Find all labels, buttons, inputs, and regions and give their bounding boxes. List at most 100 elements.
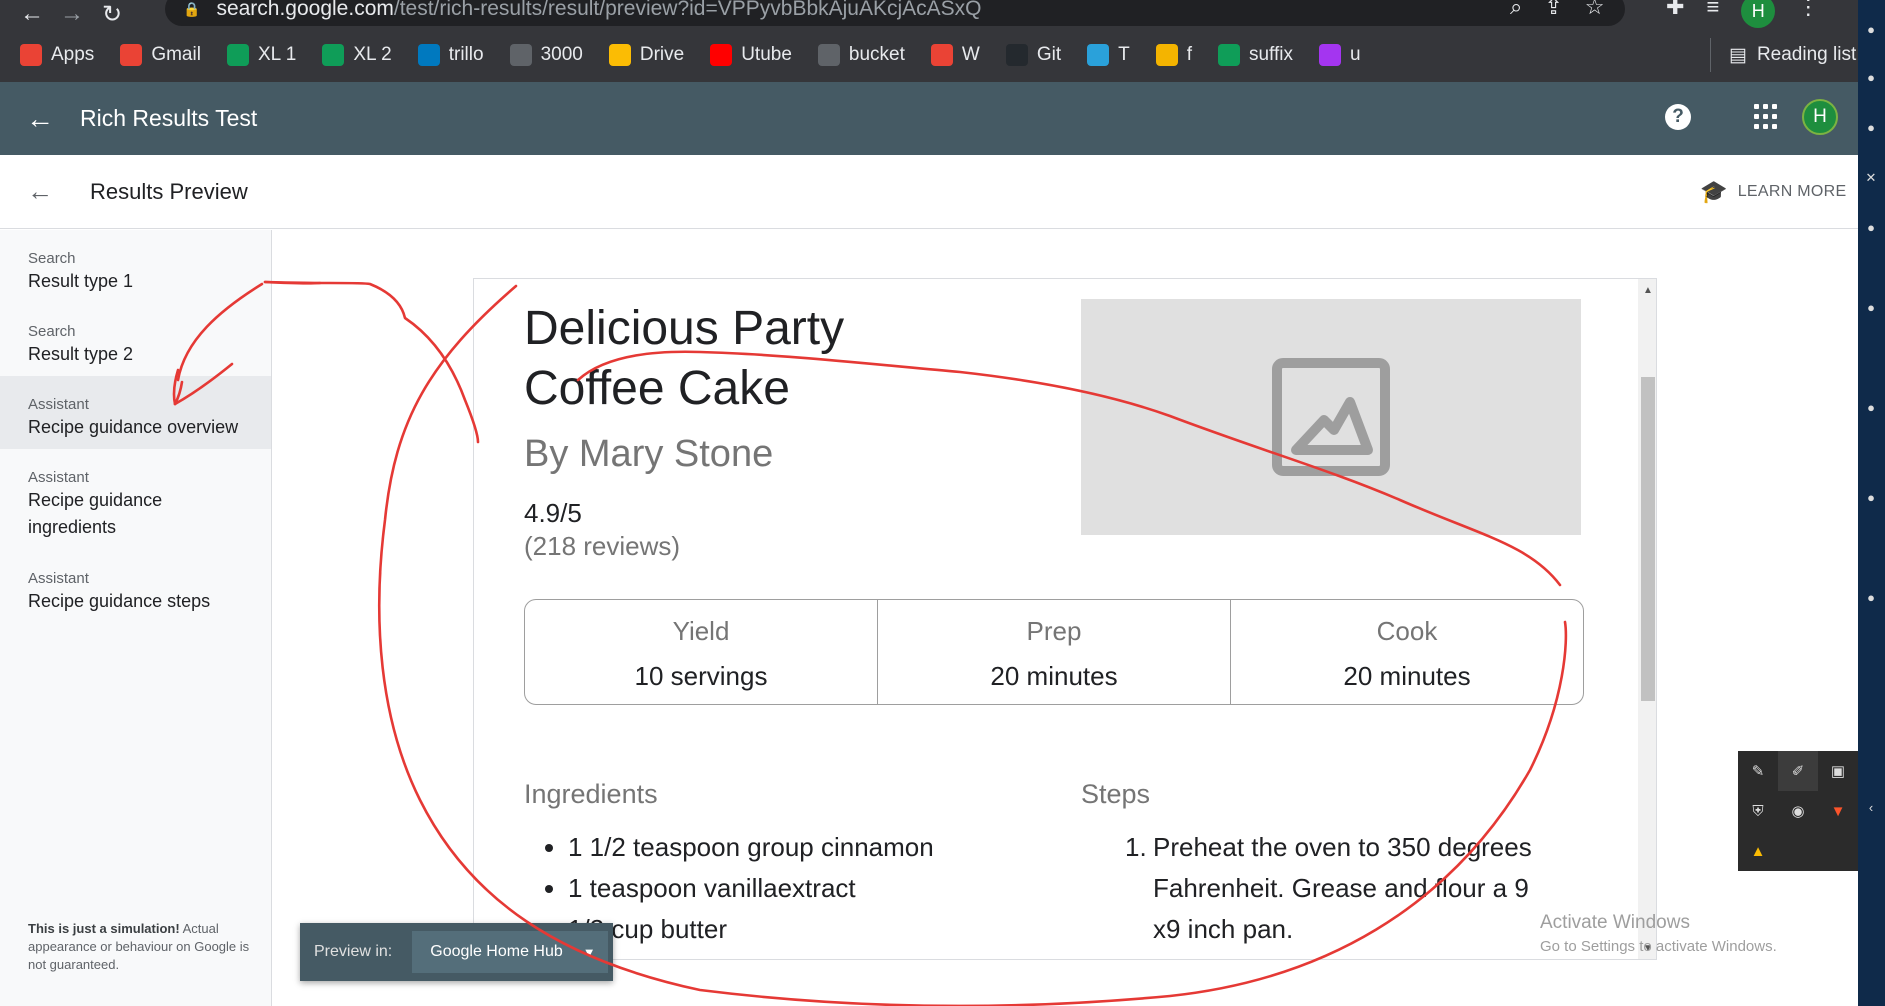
sidebar-item[interactable]: Search Result type 2 — [0, 303, 271, 376]
bookmark-label: Drive — [639, 44, 685, 65]
recipe-reviews: (218 reviews) — [524, 531, 681, 561]
star-icon[interactable]: ☆ — [1585, 0, 1605, 20]
tray-app-icon[interactable]: ▣ — [1818, 751, 1858, 791]
note-icon — [1155, 44, 1178, 66]
sidebar-item-category: Search — [28, 250, 76, 267]
back-arrow-icon[interactable]: ← — [0, 176, 80, 207]
sidebar-item-category: Assistant — [28, 469, 89, 486]
apps-grid-icon[interactable] — [1754, 104, 1780, 130]
sidebar-item[interactable]: Assistant Recipe guidance overview — [0, 376, 271, 449]
stat-cell: Yield 10 servings — [525, 600, 878, 704]
ingredients-list: 1 1/2 teaspoon group cinnamon1 teaspoon … — [568, 827, 934, 959]
bookmark-xl-2[interactable]: XL 2 — [322, 44, 392, 66]
bookmark-u[interactable]: u — [1319, 44, 1361, 66]
bookmark-label: Utube — [741, 44, 792, 65]
steps-heading: Steps — [1081, 779, 1151, 809]
bookmark-apps[interactable]: Apps — [20, 44, 94, 66]
app-title: Rich Results Test — [80, 105, 258, 131]
bookmark-label: Git — [1036, 44, 1062, 65]
scroll-thumb[interactable] — [1641, 377, 1655, 701]
globe-icon — [817, 44, 840, 66]
udemy-icon — [1319, 44, 1341, 66]
address-bar[interactable]: 🔒 search.google.com/test/rich-results/re… — [165, 0, 1625, 26]
learn-more-label: LEARN MORE — [1737, 183, 1847, 200]
media-icon[interactable]: ≡ — [1706, 0, 1719, 28]
bookmark-label: f — [1186, 44, 1192, 65]
recipe-title: Delicious Party Coffee Cake — [524, 302, 845, 415]
sidebar-list: Search Result type 1 Search Result type 2 As… — [0, 230, 271, 623]
bookmark-drive[interactable]: Drive — [608, 44, 685, 66]
reading-list-button[interactable]: ▤ Reading list — [1710, 38, 1856, 72]
profile-avatar[interactable]: H — [1741, 0, 1776, 28]
tray-app-icon[interactable]: ✎ — [1738, 751, 1778, 791]
sidebar-item-category: Assistant — [28, 570, 89, 587]
alert-icon — [930, 44, 953, 66]
share-icon[interactable]: ⇪ — [1544, 0, 1562, 20]
simulation-note-bold: This is just a simulation! — [28, 921, 180, 936]
taskbar-app-icon[interactable]: ● — [1861, 120, 1881, 135]
bookmark-bucket[interactable]: bucket — [817, 44, 905, 66]
stat-label: Prep — [1026, 616, 1082, 646]
preview-scrollbar[interactable]: ▲ ▼ — [1638, 279, 1656, 959]
bookmark-f[interactable]: f — [1155, 44, 1192, 66]
taskbar-app-icon[interactable]: ● — [1861, 490, 1881, 505]
back-arrow-icon[interactable]: ← — [12, 0, 52, 28]
taskbar-app-icon[interactable]: ✕ — [1861, 170, 1881, 186]
preview-device-bar: Preview in: Google Home Hub ▼ — [300, 923, 613, 981]
tray-shield-icon[interactable]: ⛨ — [1738, 791, 1778, 831]
system-tray-overflow: ✎ ✐ ▣ ⛨ ◉ ▼ ▲ — [1738, 751, 1858, 871]
tray-chrome-icon[interactable]: ◉ — [1778, 791, 1818, 831]
taskbar-app-icon[interactable]: ● — [1861, 300, 1881, 315]
bookmark-trillo[interactable]: trillo — [417, 44, 484, 66]
step-number: 1. — [1125, 832, 1147, 862]
bookmark-xl-1[interactable]: XL 1 — [226, 44, 296, 66]
chevron-down-icon: ▼ — [582, 944, 596, 960]
taskbar-app-icon[interactable]: ● — [1861, 220, 1881, 235]
scroll-up-icon[interactable]: ▲ — [1643, 285, 1653, 296]
bookmark-suffix[interactable]: suffix — [1217, 44, 1293, 66]
reload-icon[interactable]: ↻ — [92, 0, 132, 29]
forward-arrow-icon[interactable]: → — [52, 0, 92, 28]
account-avatar[interactable]: H — [1802, 99, 1838, 135]
device-select[interactable]: Google Home Hub ▼ — [412, 931, 609, 973]
sidebar-item[interactable]: Assistant Recipe guidance steps — [0, 550, 271, 623]
taskbar-app-icon[interactable]: ● — [1861, 70, 1881, 85]
zoom-icon[interactable]: ⌕ — [1510, 0, 1522, 20]
kebab-menu-icon[interactable]: ⋮ — [1797, 0, 1819, 28]
bookmark-git[interactable]: Git — [1005, 44, 1062, 66]
preview-in-label: Preview in: — [314, 943, 393, 960]
sidebar-item[interactable]: Search Result type 1 — [0, 230, 271, 303]
graduation-cap-icon: 🎓 — [1700, 179, 1728, 204]
sidebar-item[interactable]: Assistant Recipe guidance ingredients — [0, 449, 271, 550]
taskbar-app-icon[interactable]: ● — [1861, 590, 1881, 605]
tray-brave-icon[interactable]: ▼ — [1818, 791, 1858, 831]
sidebar-item-label: Recipe guidance steps — [28, 591, 211, 611]
url-host: search.google.com — [216, 0, 394, 20]
tray-app-icon[interactable]: ✐ — [1778, 751, 1818, 791]
page-title: Results Preview — [90, 178, 248, 204]
tray-drive-icon[interactable]: ▲ — [1738, 831, 1778, 871]
activate-windows-title: Activate Windows — [1540, 912, 1690, 933]
simulation-note: This is just a simulation! Actual appear… — [28, 920, 250, 974]
stat-cell: Cook 20 minutes — [1231, 600, 1583, 704]
help-icon[interactable]: ? — [1665, 104, 1691, 130]
bookmark-t[interactable]: T — [1087, 44, 1130, 66]
github-icon — [1005, 44, 1028, 66]
results-preview-header: ← Results Preview 🎓 LEARN MORE — [0, 155, 1858, 229]
taskbar-app-icon[interactable]: ● — [1861, 22, 1881, 37]
stat-label: Yield — [672, 616, 730, 646]
learn-more-button[interactable]: 🎓 LEARN MORE — [1700, 179, 1847, 205]
taskbar-app-icon[interactable]: ● — [1861, 400, 1881, 415]
windows-taskbar: ● ● ● ✕ ● ● ● ● ● ‹ — [1858, 0, 1885, 1006]
sidebar-item-category: Assistant — [28, 396, 89, 413]
bookmark-gmail[interactable]: Gmail — [120, 44, 201, 66]
back-arrow-icon[interactable]: ← — [0, 103, 80, 135]
bookmark-utube[interactable]: Utube — [710, 44, 792, 66]
extensions-icon[interactable]: ✚ — [1666, 0, 1684, 28]
chevron-left-icon[interactable]: ‹ — [1861, 800, 1881, 815]
step-number: 2. — [1125, 950, 1153, 959]
bookmark-3000[interactable]: 3000 — [509, 44, 583, 66]
bookmark-w[interactable]: W — [930, 44, 980, 66]
bookmark-label: Apps — [51, 44, 95, 65]
activate-windows-subtitle: Go to Settings to activate Windows. — [1540, 938, 1777, 955]
